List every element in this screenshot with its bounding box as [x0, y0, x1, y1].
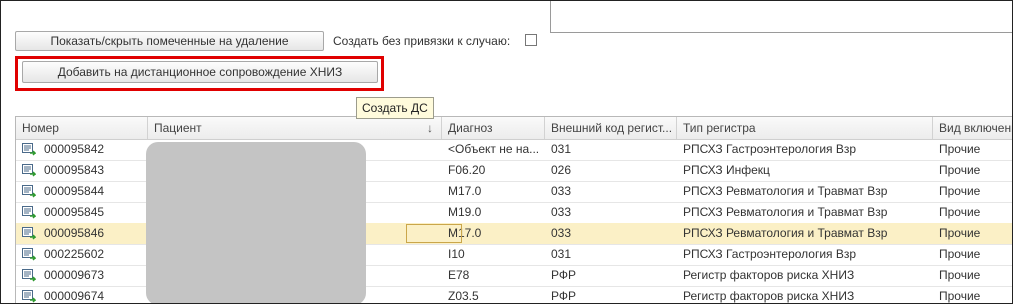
cell-registry-type: РПСХЗ Ревматология и Травмат Взр [683, 205, 888, 219]
cell-number: 000095845 [44, 205, 105, 219]
cell-inclusion-kind: Прочие [939, 226, 981, 240]
cell-inclusion-kind: Прочие [939, 205, 981, 219]
cell-inclusion-kind: Прочие [939, 268, 981, 282]
cell-inclusion-kind: Прочие [939, 184, 981, 198]
cell-number: 000095842 [44, 142, 105, 156]
cell-external-code: 033 [551, 226, 572, 240]
cell-external-code: 033 [551, 184, 572, 198]
cell-number: 000095844 [44, 184, 105, 198]
table-header: Номер Пациент ↓ Диагноз Внешний код реги… [16, 117, 1012, 140]
cell-registry-type: РПСХЗ Ревматология и Травмат Взр [683, 184, 888, 198]
cell-diagnosis: M17.0 [448, 184, 482, 198]
cell-diagnosis: Z03.5 [448, 289, 479, 303]
cell-number: 000009673 [44, 268, 105, 282]
show-hide-deleted-button[interactable]: Показать/скрыть помеченные на удаление [15, 31, 324, 51]
cell-inclusion-kind: Прочие [939, 247, 981, 261]
col-patient-label: Пациент [154, 121, 202, 135]
col-diagnosis[interactable]: Диагноз [442, 117, 545, 139]
cell-diagnosis: <Объект не на... [448, 142, 540, 156]
col-patient[interactable]: Пациент ↓ [148, 117, 442, 139]
col-external-code[interactable]: Внешний код регист... [545, 117, 677, 139]
cell-inclusion-kind: Прочие [939, 163, 981, 177]
cell-external-code: 026 [551, 163, 572, 177]
patient-redaction [146, 142, 366, 303]
col-number[interactable]: Номер [16, 117, 148, 139]
cell-external-code: РФР [551, 268, 576, 282]
cell-external-code: 031 [551, 142, 572, 156]
cell-diagnosis: E78 [448, 268, 470, 282]
sort-down-arrow-icon: ↓ [427, 121, 433, 135]
cell-diagnosis: F06.20 [448, 163, 486, 177]
no-case-checkbox[interactable] [525, 34, 537, 46]
cell-number: 000225602 [44, 247, 105, 261]
top-right-panel [550, 1, 1012, 33]
cell-external-code: 033 [551, 205, 572, 219]
cell-number: 000009674 [44, 289, 105, 303]
col-inclusion-kind[interactable]: Вид включени [933, 117, 1012, 139]
col-registry-type[interactable]: Тип регистра [677, 117, 933, 139]
cell-diagnosis: I10 [448, 247, 465, 261]
add-remote-support-button[interactable]: Добавить на дистанционное сопровождение … [22, 61, 378, 83]
no-case-label: Создать без привязки к случаю: [333, 34, 511, 48]
cell-registry-type: Регистр факторов риска ХНИЗ [683, 268, 855, 282]
cell-number: 000095846 [44, 226, 105, 240]
cell-external-code: 031 [551, 247, 572, 261]
cell-diagnosis: M19.0 [448, 205, 482, 219]
cell-inclusion-kind: Прочие [939, 142, 981, 156]
cell-registry-type: РПСХЗ Гастроэнтерология Взр [683, 247, 857, 261]
focused-cell-frame [406, 224, 462, 243]
cell-registry-type: РПСХЗ Ревматология и Травмат Взр [683, 226, 888, 240]
cell-inclusion-kind: Прочие [939, 289, 981, 303]
cell-registry-type: РПСХЗ Инфекц [683, 163, 770, 177]
cell-external-code: РФР [551, 289, 576, 303]
form-window: Показать/скрыть помеченные на удаление С… [0, 0, 1013, 304]
cell-number: 000095843 [44, 163, 105, 177]
tooltip: Создать ДС [356, 97, 434, 119]
cell-registry-type: Регистр факторов риска ХНИЗ [683, 289, 855, 303]
cell-registry-type: РПСХЗ Гастроэнтерология Взр [683, 142, 857, 156]
